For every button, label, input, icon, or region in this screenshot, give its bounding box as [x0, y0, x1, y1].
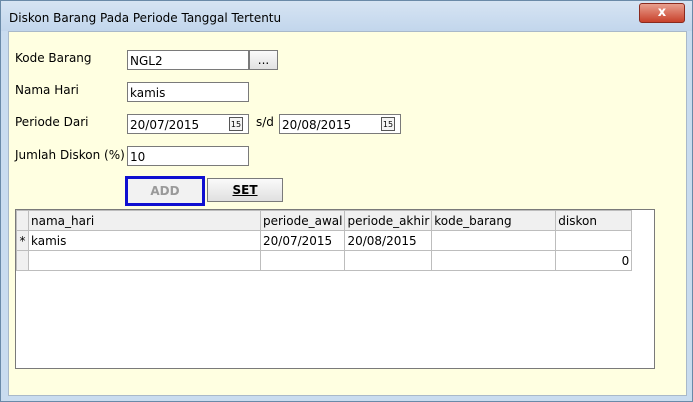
set-button[interactable]: SET — [207, 178, 283, 202]
sd-label: s/d — [256, 115, 274, 129]
cell-nama-hari[interactable] — [28, 250, 261, 271]
periode-from-datepicker[interactable]: 20/07/2015 15 — [127, 114, 249, 134]
window-title: Diskon Barang Pada Periode Tanggal Terte… — [9, 11, 282, 25]
cell-nama-hari[interactable]: kamis — [28, 230, 261, 251]
periode-to-datepicker[interactable]: 20/08/2015 15 — [279, 114, 401, 134]
kode-barang-label: Kode Barang — [15, 51, 92, 65]
periode-dari-label: Periode Dari — [15, 115, 89, 129]
nama-hari-label: Nama Hari — [15, 83, 79, 97]
nama-hari-input[interactable]: kamis — [127, 82, 249, 102]
cell-kode-barang[interactable] — [431, 250, 557, 271]
column-header[interactable]: periode_akhir — [344, 210, 433, 231]
periode-from-value: 20/07/2015 — [130, 118, 200, 132]
cell-periode-awal[interactable] — [259, 250, 346, 271]
cell-periode-awal[interactable]: 20/07/2015 — [259, 230, 346, 251]
browse-button[interactable]: ... — [249, 50, 278, 70]
cell-diskon[interactable] — [555, 230, 633, 251]
grid-table: nama_hari periode_awal periode_akhir kod… — [16, 210, 633, 271]
table-row[interactable]: * kamis 20/07/2015 20/08/2015 — [16, 230, 633, 251]
discount-grid[interactable]: nama_hari periode_awal periode_akhir kod… — [15, 209, 655, 369]
jumlah-diskon-input[interactable]: 10 — [127, 146, 249, 166]
cell-periode-akhir[interactable]: 20/08/2015 — [344, 230, 433, 251]
cell-kode-barang[interactable] — [431, 230, 557, 251]
calendar-icon[interactable]: 15 — [381, 117, 395, 131]
table-row[interactable]: 0 — [16, 250, 633, 271]
row-selector-header — [16, 210, 29, 231]
column-header[interactable]: kode_barang — [431, 210, 557, 231]
close-button[interactable]: x — [639, 3, 685, 23]
column-header[interactable]: nama_hari — [28, 210, 261, 231]
column-header[interactable]: diskon — [555, 210, 633, 231]
calendar-icon[interactable]: 15 — [229, 117, 243, 131]
close-icon: x — [657, 5, 667, 20]
dialog-window: Diskon Barang Pada Periode Tanggal Terte… — [0, 0, 693, 402]
cell-periode-akhir[interactable] — [344, 250, 433, 271]
grid-header-row: nama_hari periode_awal periode_akhir kod… — [16, 210, 633, 231]
periode-to-value: 20/08/2015 — [282, 118, 352, 132]
row-selector[interactable] — [16, 250, 29, 271]
title-bar[interactable]: Diskon Barang Pada Periode Tanggal Terte… — [1, 1, 692, 31]
kode-barang-input[interactable]: NGL2 — [127, 50, 249, 70]
add-button[interactable]: ADD — [125, 176, 205, 206]
row-selector[interactable]: * — [16, 230, 29, 251]
column-header[interactable]: periode_awal — [259, 210, 346, 231]
jumlah-diskon-label: Jumlah Diskon (%) — [15, 148, 125, 162]
cell-diskon[interactable]: 0 — [555, 250, 633, 271]
